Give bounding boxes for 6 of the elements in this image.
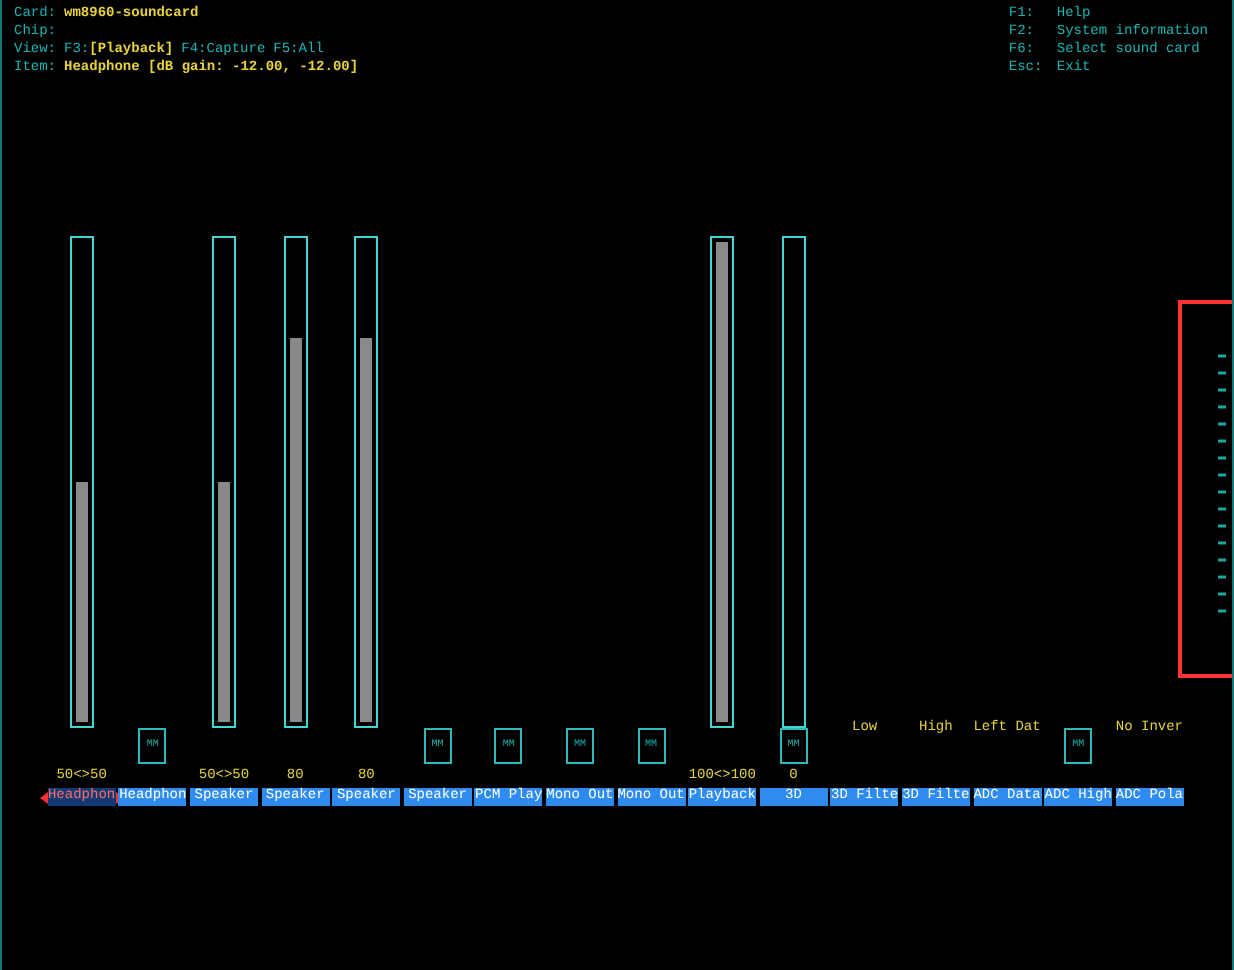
volume-bar[interactable] [354, 236, 379, 728]
volume-bar[interactable] [781, 236, 806, 728]
volume-bar[interactable] [211, 236, 236, 728]
volume-bar[interactable] [283, 236, 308, 728]
volume-bar[interactable] [69, 236, 94, 728]
volume-bar[interactable] [710, 236, 735, 728]
